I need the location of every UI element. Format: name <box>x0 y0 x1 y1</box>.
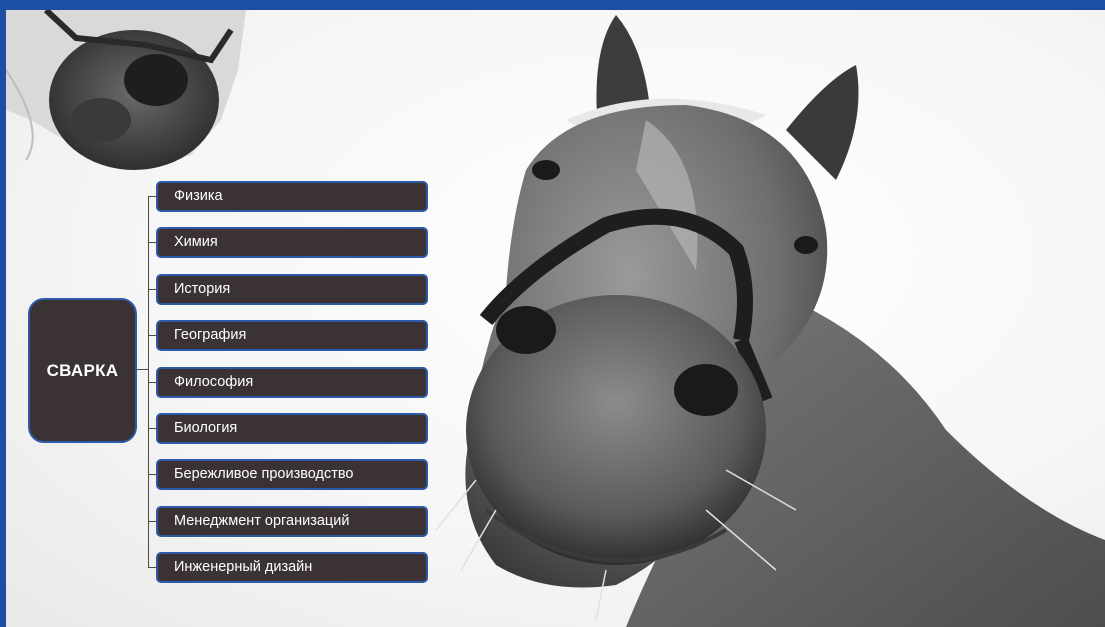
subject-item-label: Бережливое производство <box>174 466 354 482</box>
connector-branch <box>148 382 156 383</box>
subject-item-label: История <box>174 281 231 297</box>
connector-branch <box>148 474 156 475</box>
subject-item-management: Менеджмент организаций <box>156 506 428 537</box>
subject-item-geography: География <box>156 320 428 351</box>
subject-item-label: Химия <box>174 234 218 250</box>
subject-item-label: Биология <box>174 420 238 436</box>
connector-branch <box>148 567 156 568</box>
root-node-welding: СВАРКА <box>28 298 137 443</box>
subject-item-philosophy: Философия <box>156 367 428 398</box>
subject-item-label: Менеджмент организаций <box>174 513 350 529</box>
subject-item-biology: Биология <box>156 413 428 444</box>
subject-item-engineering-design: Инженерный дизайн <box>156 552 428 583</box>
subject-item-label: Физика <box>174 188 223 204</box>
subject-diagram: СВАРКА Физика Химия История География Фи… <box>6 10 1105 627</box>
connector-branch <box>148 196 156 197</box>
connector-branch <box>148 335 156 336</box>
subject-item-label: География <box>174 327 247 343</box>
subject-item-label: Философия <box>174 374 254 390</box>
connector-branch <box>148 242 156 243</box>
connector-branch <box>148 428 156 429</box>
subject-item-lean-production: Бережливое производство <box>156 459 428 490</box>
slide: СВАРКА Физика Химия История География Фи… <box>6 10 1105 627</box>
root-node-label: СВАРКА <box>46 360 119 380</box>
connector-branch <box>148 289 156 290</box>
subject-item-history: История <box>156 274 428 305</box>
connector-branch <box>148 521 156 522</box>
subject-item-chemistry: Химия <box>156 227 428 258</box>
subject-item-physics: Физика <box>156 181 428 212</box>
subject-item-label: Инженерный дизайн <box>174 559 313 575</box>
